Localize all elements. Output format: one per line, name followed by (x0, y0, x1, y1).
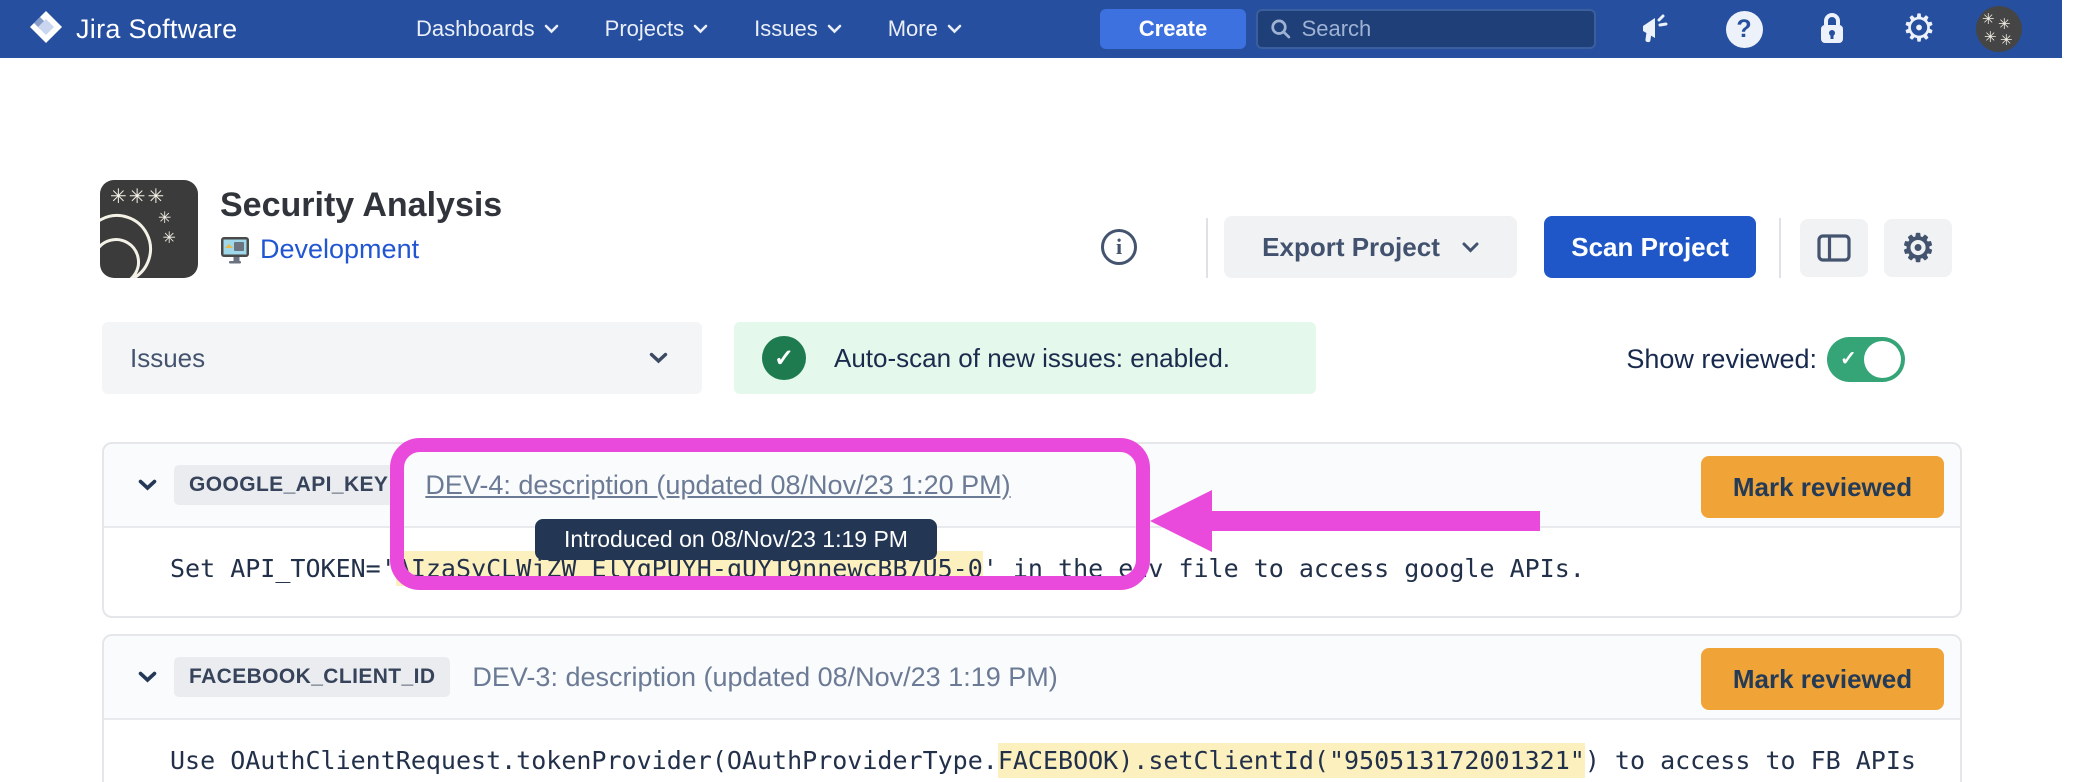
autoscan-status-text: Auto-scan of new issues: enabled. (834, 343, 1230, 374)
gear-icon[interactable]: ⚙ (1899, 9, 1939, 49)
chevron-down-icon (1462, 242, 1479, 253)
top-navbar: Jira Software Dashboards Projects Issues… (0, 0, 2062, 58)
development-link[interactable]: Development (260, 234, 419, 265)
scan-project-button[interactable]: Scan Project (1544, 216, 1756, 278)
show-reviewed-toggle[interactable]: ✓ (1827, 337, 1905, 382)
issue-code-snippet: Set API_TOKEN='AIzaSyCLWjZW_ElYqPUYH-qUY… (104, 528, 1960, 609)
layout-panel-button[interactable] (1800, 219, 1868, 277)
menu-more[interactable]: More (888, 16, 962, 42)
collapse-chevron-icon[interactable] (132, 470, 162, 500)
code-text: ' in the env file to access google APIs. (983, 554, 1585, 583)
jira-logo-text: Jira Software (76, 14, 237, 45)
show-reviewed-label: Show reviewed: (1589, 344, 1817, 375)
menu-dashboards[interactable]: Dashboards (416, 16, 559, 42)
search-box[interactable] (1256, 9, 1596, 49)
code-text: Set API_TOKEN=' (170, 554, 396, 583)
mark-reviewed-button[interactable]: Mark reviewed (1701, 648, 1944, 710)
toggle-knob (1864, 341, 1901, 378)
megaphone-icon[interactable] (1634, 9, 1674, 49)
page-title: Security Analysis (220, 186, 502, 225)
gear-icon: ⚙ (1901, 226, 1935, 271)
code-secret-highlight: FACEBOOK).setClientId("950513172001321" (998, 743, 1585, 778)
jira-logo-icon (28, 9, 64, 50)
search-input[interactable] (1302, 16, 1582, 42)
chevron-down-icon (693, 24, 708, 34)
issue-card-dev-3: FACEBOOK_CLIENT_ID DEV-3: description (u… (102, 634, 1962, 782)
lock-icon[interactable] (1812, 9, 1852, 49)
project-breadcrumb: Development (220, 234, 419, 265)
issue-header: GOOGLE_API_KEY DEV-4: description (updat… (104, 444, 1960, 528)
code-text: Use OAuthClientRequest.tokenProvider(OAu… (170, 746, 998, 775)
search-icon (1270, 17, 1292, 41)
info-icon[interactable]: i (1101, 229, 1137, 265)
divider (1779, 218, 1781, 278)
issue-card-dev-4: GOOGLE_API_KEY DEV-4: description (updat… (102, 442, 1962, 618)
menu-dashboards-label: Dashboards (416, 16, 535, 42)
menu-projects-label: Projects (605, 16, 684, 42)
export-project-button[interactable]: Export Project (1224, 216, 1517, 278)
issue-title-link[interactable]: DEV-4: description (updated 08/Nov/23 1:… (425, 470, 1010, 501)
create-button[interactable]: Create (1100, 9, 1246, 49)
layout-panel-icon (1817, 234, 1851, 262)
issue-header: FACEBOOK_CLIENT_ID DEV-3: description (u… (104, 636, 1960, 720)
chevron-down-icon (947, 24, 962, 34)
computer-icon (220, 236, 250, 264)
main-menu: Dashboards Projects Issues More (416, 0, 962, 58)
introduced-tooltip: Introduced on 08/Nov/23 1:19 PM (535, 519, 937, 560)
jira-logo[interactable]: Jira Software (28, 0, 237, 58)
check-circle-icon: ✓ (762, 336, 806, 380)
issue-title[interactable]: DEV-3: description (updated 08/Nov/23 1:… (472, 662, 1057, 693)
collapse-chevron-icon[interactable] (132, 662, 162, 692)
settings-gear-button[interactable]: ⚙ (1884, 219, 1952, 277)
help-icon[interactable]: ? (1724, 9, 1764, 49)
issue-code-snippet: Use OAuthClientRequest.tokenProvider(OAu… (104, 720, 1960, 782)
secret-type-badge: GOOGLE_API_KEY (174, 465, 403, 505)
issues-filter-value: Issues (130, 343, 205, 374)
mark-reviewed-button[interactable]: Mark reviewed (1701, 456, 1944, 518)
toggle-check-icon: ✓ (1840, 346, 1857, 371)
chevron-down-icon (649, 352, 668, 364)
menu-issues-label: Issues (754, 16, 818, 42)
project-avatar: ✳✳✳ ✳ ✳ (100, 180, 198, 278)
secret-type-badge: FACEBOOK_CLIENT_ID (174, 657, 450, 697)
divider (1206, 218, 1208, 278)
autoscan-status-pill: ✓ Auto-scan of new issues: enabled. (734, 322, 1316, 394)
menu-more-label: More (888, 16, 938, 42)
menu-projects[interactable]: Projects (605, 16, 708, 42)
menu-issues[interactable]: Issues (754, 16, 842, 42)
chevron-down-icon (544, 24, 559, 34)
jira-security-analysis-page: Jira Software Dashboards Projects Issues… (0, 0, 2078, 782)
code-text: ) to access to FB APIs (1585, 746, 1916, 775)
export-project-label: Export Project (1262, 232, 1440, 263)
avatar[interactable]: ✳ ✳ ✳ ✳ (1976, 6, 2022, 52)
issues-filter-dropdown[interactable]: Issues (102, 322, 702, 394)
chevron-down-icon (827, 24, 842, 34)
